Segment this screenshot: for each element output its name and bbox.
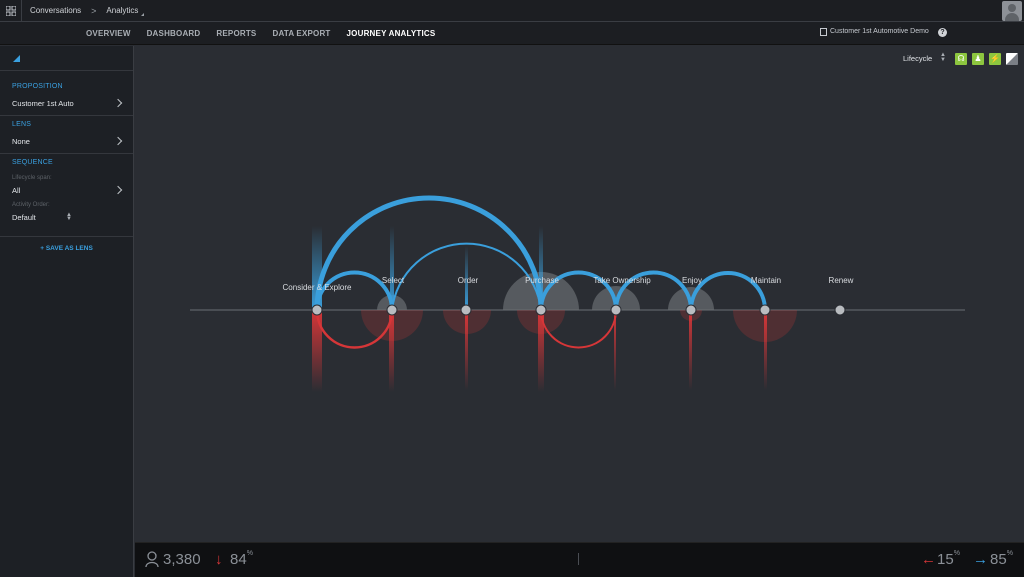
exit-bar: [465, 310, 468, 390]
stage-node[interactable]: [759, 304, 771, 316]
main-nav: OVERVIEW DASHBOARD REPORTS DATA EXPORT J…: [0, 22, 1024, 45]
breadcrumb-separator: >: [91, 5, 97, 16]
user-count: 3,380: [163, 551, 201, 568]
stage-node[interactable]: [685, 304, 697, 316]
divider: [0, 70, 133, 71]
exit-bar: [689, 310, 692, 390]
activity-order-value[interactable]: Default: [12, 213, 36, 222]
stage-node[interactable]: [311, 304, 323, 316]
apps-grid-button[interactable]: [0, 0, 22, 22]
tab-dashboard[interactable]: DASHBOARD: [147, 29, 201, 38]
journey-diagram: Consider & Explore Select Order Purchase…: [190, 195, 965, 392]
account-name: Customer 1st Automotive Demo: [830, 28, 929, 35]
stage-label: Maintain: [751, 276, 781, 285]
arrow-down-icon: ↓: [215, 551, 223, 568]
lifecycle-span-label: Lifecycle span:: [12, 175, 52, 181]
sort-updown-icon[interactable]: ▲ ▼: [66, 212, 72, 222]
stage-label: Select: [382, 276, 405, 285]
account-selector[interactable]: Customer 1st Automotive Demo: [820, 28, 930, 36]
chevron-right-icon[interactable]: [113, 98, 123, 108]
tab-data-export[interactable]: DATA EXPORT: [272, 29, 330, 38]
top-bar: Conversations > Analytics: [0, 0, 1024, 22]
proposition-heading: PROPOSITION: [12, 83, 63, 90]
divider: [0, 236, 133, 237]
divider: [0, 153, 133, 154]
collapse-sidebar-icon[interactable]: [13, 55, 20, 62]
stage-node[interactable]: [386, 304, 398, 316]
chevron-right-icon[interactable]: [113, 185, 123, 195]
breadcrumb-root[interactable]: Conversations: [30, 6, 81, 15]
stage-node[interactable]: [460, 304, 472, 316]
tab-journey-analytics[interactable]: JOURNEY ANALYTICS: [347, 29, 436, 38]
stage-label: Take Ownership: [593, 276, 651, 285]
forward-percent: 85%: [990, 550, 1013, 568]
breadcrumb-current[interactable]: Analytics: [106, 6, 145, 16]
dropoff-percent: 84%: [230, 550, 253, 568]
arrow-left-icon: ←: [921, 551, 936, 568]
stage-node[interactable]: [610, 304, 622, 316]
sequence-heading: SEQUENCE: [12, 159, 53, 166]
stage-label: Consider & Explore: [283, 283, 352, 292]
lens-value[interactable]: None: [12, 137, 30, 146]
stage-node[interactable]: [535, 304, 547, 316]
lifecycle-span-value[interactable]: All: [12, 186, 20, 195]
arrow-right-icon: →: [973, 551, 988, 568]
sidebar: PROPOSITION Customer 1st Auto LENS None …: [0, 46, 134, 577]
document-icon: [820, 28, 827, 36]
journey-canvas: Lifecycle ▲ ▼ ☊ ♟ ⚡ Consider & Explore S…: [135, 46, 1024, 542]
divider: [0, 115, 133, 116]
summary-footer: 3,380 ↓ 84% ← 15% → 85%: [135, 542, 1024, 577]
save-as-lens-button[interactable]: + SAVE AS LENS: [0, 245, 133, 252]
stage-label: Order: [458, 276, 479, 285]
stage-node[interactable]: [834, 304, 846, 316]
chevron-right-icon[interactable]: [113, 136, 123, 146]
tab-reports[interactable]: REPORTS: [216, 29, 256, 38]
lens-heading: LENS: [12, 121, 32, 128]
proposition-value[interactable]: Customer 1st Auto: [12, 99, 74, 108]
help-icon[interactable]: ?: [938, 28, 947, 37]
stage-label: Enjoy: [682, 276, 702, 285]
user-avatar[interactable]: [1002, 1, 1022, 21]
stage-label: Purchase: [525, 276, 559, 285]
exit-bar: [764, 310, 767, 390]
activity-order-label: Activity Order:: [12, 202, 50, 208]
user-icon: [145, 551, 159, 567]
exit-bar: [312, 310, 322, 392]
stage-label: Renew: [829, 276, 854, 285]
tab-overview[interactable]: OVERVIEW: [86, 29, 131, 38]
backward-percent: 15%: [937, 550, 960, 568]
divider: [578, 553, 579, 565]
grid-icon: [5, 5, 16, 16]
